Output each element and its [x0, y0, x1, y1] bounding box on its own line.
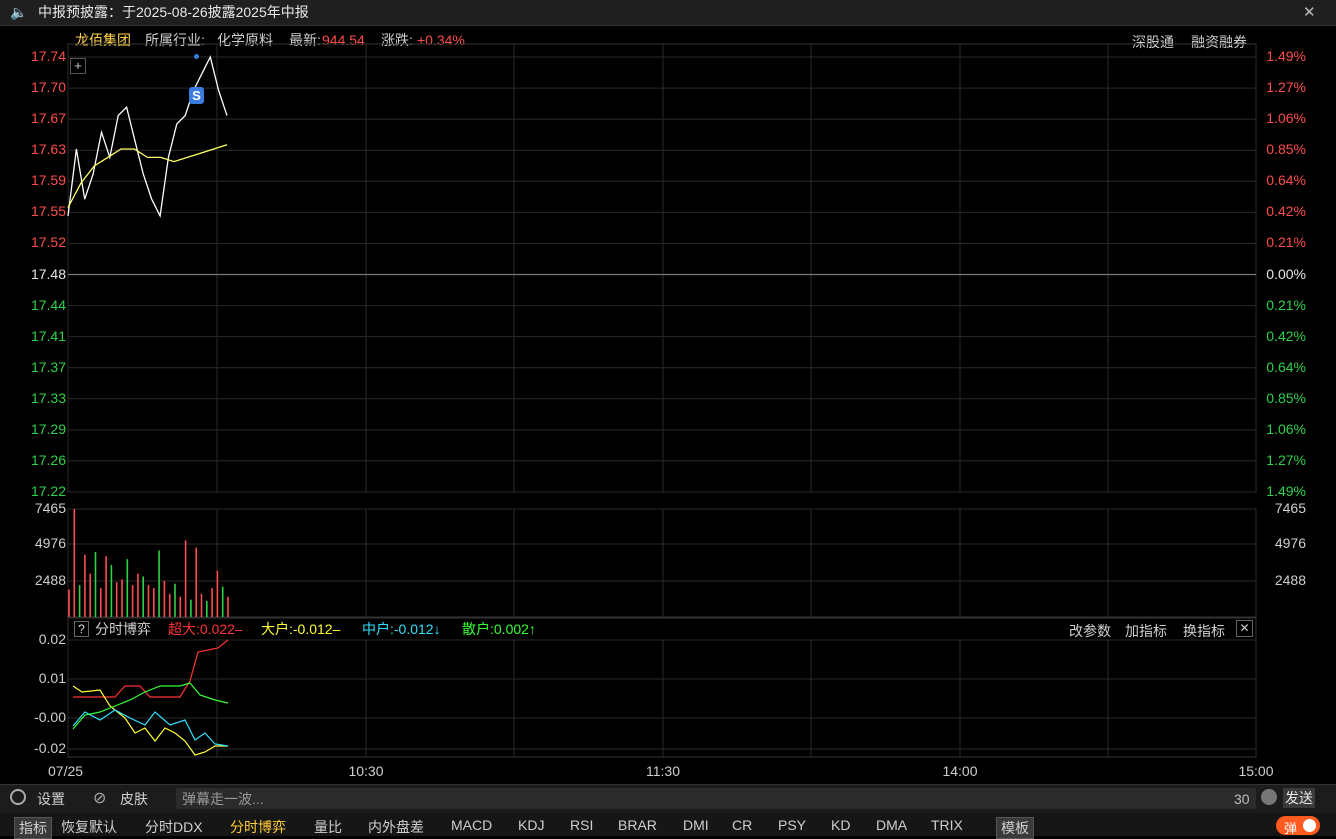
- skin-button[interactable]: 皮肤: [120, 791, 148, 807]
- percent-tick-label: 0.21%: [1266, 234, 1306, 251]
- danmu-input[interactable]: 弹幕走一波... 30: [176, 788, 1256, 809]
- tab-DMA[interactable]: DMA: [876, 817, 907, 833]
- toggle-knob: [1303, 819, 1316, 832]
- percent-tick-label: 0.00%: [1266, 265, 1306, 282]
- tab-分时博弈[interactable]: 分时博弈: [230, 817, 286, 837]
- percent-tick-label: 0.42%: [1266, 327, 1306, 344]
- char-count: 30: [1234, 791, 1250, 807]
- tab-DMI[interactable]: DMI: [683, 817, 709, 833]
- percent-tick-label: 0.85%: [1266, 389, 1306, 406]
- indicator-header: ? 分时博弈 超大:0.022– 大户:-0.012– 中户:-0.012↓ 散…: [70, 620, 1255, 641]
- percent-tick-label: 1.06%: [1266, 420, 1306, 437]
- price-tick-label: 17.70: [30, 79, 66, 96]
- intraday-chart[interactable]: [0, 0, 1336, 784]
- time-tick-label: 15:00: [1238, 763, 1274, 779]
- tab-MACD[interactable]: MACD: [451, 817, 492, 833]
- indicator-retail: 散户:0.002↑: [462, 621, 536, 637]
- indicator-close-icon[interactable]: ✕: [1236, 620, 1253, 637]
- percent-tick-label: 0.21%: [1266, 296, 1306, 313]
- danmu-toggle-label: 弹: [1284, 821, 1298, 836]
- price-tick-label: 17.59: [30, 172, 66, 189]
- tab-内外盘差[interactable]: 内外盘差: [368, 817, 424, 837]
- price-tick-label: 17.52: [30, 234, 66, 251]
- bottom-toolbar: 设置 ⊘ 皮肤 弹幕走一波... 30 发送: [0, 784, 1336, 813]
- percent-tick-label: 0.85%: [1266, 141, 1306, 158]
- price-tick-label: 17.67: [30, 110, 66, 127]
- percent-tick-label: 1.27%: [1266, 451, 1306, 468]
- volume-tick-label: 2488: [34, 572, 66, 588]
- signal-marker-icon[interactable]: S: [189, 87, 204, 104]
- indicator-big: 大户:-0.012–: [261, 621, 341, 637]
- price-tick-label: 17.74: [30, 48, 66, 64]
- price-tick-label: 17.22: [30, 483, 66, 499]
- emoji-icon[interactable]: [1261, 789, 1277, 805]
- tab-分时DDX[interactable]: 分时DDX: [145, 817, 203, 837]
- crosshair-toggle-button[interactable]: +: [70, 58, 86, 74]
- switch-indicator-button[interactable]: 换指标: [1183, 621, 1225, 641]
- percent-tick-label: 1.49%: [1266, 483, 1306, 499]
- indicator-tick-label: -0.02: [34, 740, 66, 756]
- price-tick-label: 17.44: [30, 296, 66, 313]
- price-pane-frame: [67, 43, 1257, 493]
- volume-tick-label: 7465: [1274, 500, 1306, 516]
- tab-RSI[interactable]: RSI: [570, 817, 593, 833]
- settings-button[interactable]: 设置: [37, 791, 65, 807]
- price-line: [67, 55, 228, 219]
- price-tick-label: 17.48: [30, 265, 66, 282]
- price-tick-label: 17.55: [30, 203, 66, 220]
- volume-pane-frame: [67, 508, 1257, 618]
- skin-icon[interactable]: ⊘: [93, 788, 106, 808]
- indicator-line-中户: [72, 709, 229, 747]
- tab-KD[interactable]: KD: [831, 817, 850, 833]
- indicator-tick-label: 0.01: [38, 670, 66, 686]
- add-indicator-button[interactable]: 加指标: [1125, 621, 1167, 641]
- change-params-button[interactable]: 改参数: [1069, 621, 1111, 641]
- tab-TRIX[interactable]: TRIX: [931, 817, 963, 833]
- percent-tick-label: 0.42%: [1266, 203, 1306, 220]
- percent-tick-label: 0.64%: [1266, 358, 1306, 375]
- price-tick-label: 17.63: [30, 141, 66, 158]
- indicator-tick-label: -0.00: [34, 709, 66, 725]
- indicator-line-超大: [73, 639, 229, 698]
- volume-tick-label: 7465: [34, 500, 66, 516]
- indicator-help-button[interactable]: ?: [74, 621, 89, 637]
- price-tick-label: 17.33: [30, 389, 66, 406]
- percent-tick-label: 1.49%: [1266, 48, 1306, 64]
- percent-tick-label: 0.64%: [1266, 172, 1306, 189]
- time-tick-label: 11:30: [646, 763, 680, 779]
- danmu-placeholder: 弹幕走一波...: [182, 791, 264, 807]
- volume-tick-label: 4976: [1274, 535, 1306, 551]
- volume-tick-label: 4976: [34, 535, 66, 551]
- indicator-tick-label: 0.02: [38, 631, 66, 647]
- indicator-super: 超大:0.022–: [168, 621, 243, 637]
- send-button[interactable]: 发送: [1283, 788, 1315, 808]
- percent-tick-label: 1.06%: [1266, 110, 1306, 127]
- price-tick-label: 17.29: [30, 420, 66, 437]
- tab-恢复默认[interactable]: 恢复默认: [61, 817, 117, 837]
- indicator-name[interactable]: 分时博弈: [95, 621, 151, 637]
- price-tick-label: 17.26: [30, 451, 66, 468]
- percent-tick-label: 1.27%: [1266, 79, 1306, 96]
- time-tick-label: 10:30: [348, 763, 384, 779]
- price-tick-label: 17.41: [30, 327, 66, 344]
- tab-BRAR[interactable]: BRAR: [618, 817, 657, 833]
- indicator-mid: 中户:-0.012↓: [362, 621, 441, 637]
- time-tick-label: 07/25: [48, 763, 84, 779]
- tab-量比[interactable]: 量比: [314, 817, 342, 837]
- signal-dot: [194, 54, 199, 59]
- gear-icon[interactable]: [10, 789, 26, 805]
- tab-PSY[interactable]: PSY: [778, 817, 806, 833]
- indicator-tab-bar: 指标 恢复默认 分时DDX 分时博弈 量比 内外盘差 MACD KDJ RSI BRAR DMI CR…: [0, 813, 1336, 839]
- time-tick-label: 14:00: [942, 763, 978, 779]
- tab-KDJ[interactable]: KDJ: [518, 817, 544, 833]
- danmu-toggle[interactable]: 弹: [1276, 816, 1320, 836]
- volume-tick-label: 2488: [1274, 572, 1306, 588]
- tab-CR[interactable]: CR: [732, 817, 752, 833]
- price-tick-label: 17.37: [30, 358, 66, 375]
